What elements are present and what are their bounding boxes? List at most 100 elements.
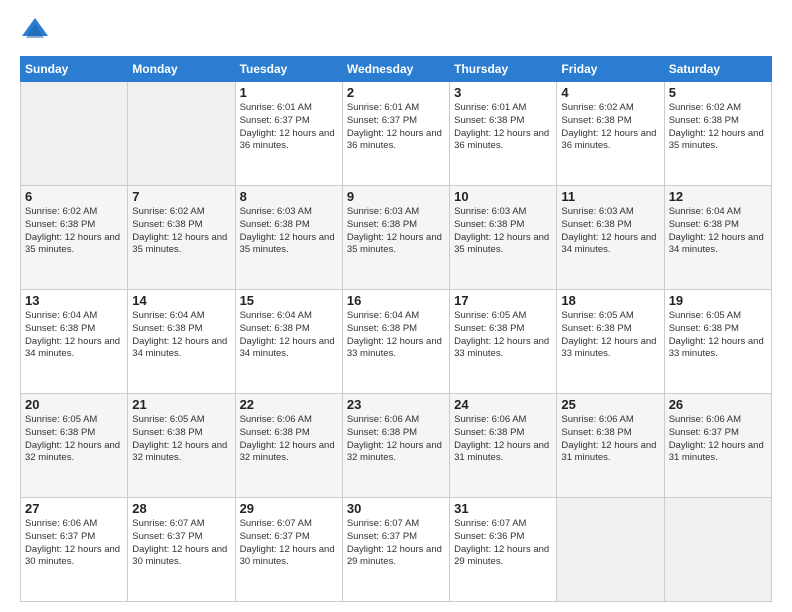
weekday-row: SundayMondayTuesdayWednesdayThursdayFrid…: [21, 57, 772, 82]
calendar-cell: 30 Sunrise: 6:07 AM Sunset: 6:37 PM Dayli…: [342, 498, 449, 602]
calendar-cell: 22 Sunrise: 6:06 AM Sunset: 6:38 PM Dayli…: [235, 394, 342, 498]
day-info: Sunrise: 6:06 AM Sunset: 6:38 PM Dayligh…: [347, 414, 445, 465]
day-info: Sunrise: 6:02 AM Sunset: 6:38 PM Dayligh…: [132, 206, 230, 257]
day-number: 24: [454, 397, 552, 412]
weekday-header-monday: Monday: [128, 57, 235, 82]
day-info: Sunrise: 6:04 AM Sunset: 6:38 PM Dayligh…: [132, 310, 230, 361]
calendar-cell: 6 Sunrise: 6:02 AM Sunset: 6:38 PM Daylig…: [21, 186, 128, 290]
day-info: Sunrise: 6:04 AM Sunset: 6:38 PM Dayligh…: [669, 206, 767, 257]
weekday-header-wednesday: Wednesday: [342, 57, 449, 82]
logo: [20, 16, 54, 46]
calendar-week-1: 1 Sunrise: 6:01 AM Sunset: 6:37 PM Daylig…: [21, 82, 772, 186]
calendar-week-2: 6 Sunrise: 6:02 AM Sunset: 6:38 PM Daylig…: [21, 186, 772, 290]
day-number: 2: [347, 85, 445, 100]
logo-icon: [20, 16, 50, 46]
day-number: 1: [240, 85, 338, 100]
calendar-cell: 20 Sunrise: 6:05 AM Sunset: 6:38 PM Dayli…: [21, 394, 128, 498]
day-info: Sunrise: 6:03 AM Sunset: 6:38 PM Dayligh…: [561, 206, 659, 257]
weekday-header-saturday: Saturday: [664, 57, 771, 82]
calendar-cell: 24 Sunrise: 6:06 AM Sunset: 6:38 PM Dayli…: [450, 394, 557, 498]
day-info: Sunrise: 6:06 AM Sunset: 6:38 PM Dayligh…: [240, 414, 338, 465]
calendar-cell: 3 Sunrise: 6:01 AM Sunset: 6:38 PM Daylig…: [450, 82, 557, 186]
calendar-cell: 27 Sunrise: 6:06 AM Sunset: 6:37 PM Dayli…: [21, 498, 128, 602]
calendar-week-3: 13 Sunrise: 6:04 AM Sunset: 6:38 PM Dayli…: [21, 290, 772, 394]
day-info: Sunrise: 6:02 AM Sunset: 6:38 PM Dayligh…: [25, 206, 123, 257]
day-info: Sunrise: 6:06 AM Sunset: 6:37 PM Dayligh…: [25, 518, 123, 569]
day-info: Sunrise: 6:06 AM Sunset: 6:38 PM Dayligh…: [454, 414, 552, 465]
calendar-cell: 26Sunrise: 6:06 AM Sunset: 6:37 PM Dayli…: [664, 394, 771, 498]
calendar-week-4: 20 Sunrise: 6:05 AM Sunset: 6:38 PM Dayli…: [21, 394, 772, 498]
day-number: 22: [240, 397, 338, 412]
calendar-cell: 23 Sunrise: 6:06 AM Sunset: 6:38 PM Dayli…: [342, 394, 449, 498]
day-info: Sunrise: 6:01 AM Sunset: 6:37 PM Dayligh…: [347, 102, 445, 153]
day-number: 6: [25, 189, 123, 204]
day-info: Sunrise: 6:03 AM Sunset: 6:38 PM Dayligh…: [454, 206, 552, 257]
calendar-cell: 4 Sunrise: 6:02 AM Sunset: 6:38 PM Daylig…: [557, 82, 664, 186]
day-info: Sunrise: 6:06 AM Sunset: 6:38 PM Dayligh…: [561, 414, 659, 465]
day-info: Sunrise: 6:05 AM Sunset: 6:38 PM Dayligh…: [132, 414, 230, 465]
calendar-cell: 10 Sunrise: 6:03 AM Sunset: 6:38 PM Dayli…: [450, 186, 557, 290]
day-number: 14: [132, 293, 230, 308]
calendar-week-5: 27 Sunrise: 6:06 AM Sunset: 6:37 PM Dayli…: [21, 498, 772, 602]
day-number: 30: [347, 501, 445, 516]
day-number: 20: [25, 397, 123, 412]
calendar-cell: 16 Sunrise: 6:04 AM Sunset: 6:38 PM Dayli…: [342, 290, 449, 394]
day-number: 7: [132, 189, 230, 204]
calendar-cell: 2 Sunrise: 6:01 AM Sunset: 6:37 PM Daylig…: [342, 82, 449, 186]
calendar-cell: 25Sunrise: 6:06 AM Sunset: 6:38 PM Dayli…: [557, 394, 664, 498]
calendar-cell: 15 Sunrise: 6:04 AM Sunset: 6:38 PM Dayli…: [235, 290, 342, 394]
day-number: 15: [240, 293, 338, 308]
day-number: 9: [347, 189, 445, 204]
calendar-cell: 18Sunrise: 6:05 AM Sunset: 6:38 PM Dayli…: [557, 290, 664, 394]
day-info: Sunrise: 6:05 AM Sunset: 6:38 PM Dayligh…: [454, 310, 552, 361]
calendar-cell: 13 Sunrise: 6:04 AM Sunset: 6:38 PM Dayli…: [21, 290, 128, 394]
day-number: 18: [561, 293, 659, 308]
calendar-cell: 19 Sunrise: 6:05 AM Sunset: 6:38 PM Dayli…: [664, 290, 771, 394]
calendar-cell: 11Sunrise: 6:03 AM Sunset: 6:38 PM Dayli…: [557, 186, 664, 290]
calendar-cell: 9 Sunrise: 6:03 AM Sunset: 6:38 PM Daylig…: [342, 186, 449, 290]
header: [20, 16, 772, 46]
calendar-cell: 14 Sunrise: 6:04 AM Sunset: 6:38 PM Dayli…: [128, 290, 235, 394]
calendar-cell: [128, 82, 235, 186]
calendar-body: 1 Sunrise: 6:01 AM Sunset: 6:37 PM Daylig…: [21, 82, 772, 602]
calendar-header: SundayMondayTuesdayWednesdayThursdayFrid…: [21, 57, 772, 82]
day-number: 31: [454, 501, 552, 516]
day-number: 29: [240, 501, 338, 516]
day-number: 3: [454, 85, 552, 100]
day-number: 12: [669, 189, 767, 204]
day-number: 19: [669, 293, 767, 308]
day-info: Sunrise: 6:01 AM Sunset: 6:38 PM Dayligh…: [454, 102, 552, 153]
day-info: Sunrise: 6:05 AM Sunset: 6:38 PM Dayligh…: [669, 310, 767, 361]
day-info: Sunrise: 6:03 AM Sunset: 6:38 PM Dayligh…: [347, 206, 445, 257]
day-info: Sunrise: 6:07 AM Sunset: 6:37 PM Dayligh…: [347, 518, 445, 569]
calendar-cell: 17 Sunrise: 6:05 AM Sunset: 6:38 PM Dayli…: [450, 290, 557, 394]
calendar-cell: 7 Sunrise: 6:02 AM Sunset: 6:38 PM Daylig…: [128, 186, 235, 290]
day-info: Sunrise: 6:04 AM Sunset: 6:38 PM Dayligh…: [25, 310, 123, 361]
day-info: Sunrise: 6:02 AM Sunset: 6:38 PM Dayligh…: [561, 102, 659, 153]
day-number: 16: [347, 293, 445, 308]
calendar-cell: [21, 82, 128, 186]
weekday-header-sunday: Sunday: [21, 57, 128, 82]
day-number: 17: [454, 293, 552, 308]
day-number: 10: [454, 189, 552, 204]
day-number: 13: [25, 293, 123, 308]
day-info: Sunrise: 6:04 AM Sunset: 6:38 PM Dayligh…: [240, 310, 338, 361]
day-number: 4: [561, 85, 659, 100]
day-info: Sunrise: 6:04 AM Sunset: 6:38 PM Dayligh…: [347, 310, 445, 361]
day-number: 28: [132, 501, 230, 516]
calendar-cell: 8Sunrise: 6:03 AM Sunset: 6:38 PM Daylig…: [235, 186, 342, 290]
day-number: 8: [240, 189, 338, 204]
day-info: Sunrise: 6:02 AM Sunset: 6:38 PM Dayligh…: [669, 102, 767, 153]
calendar-cell: 28Sunrise: 6:07 AM Sunset: 6:37 PM Dayli…: [128, 498, 235, 602]
day-number: 23: [347, 397, 445, 412]
weekday-header-thursday: Thursday: [450, 57, 557, 82]
calendar-cell: 5Sunrise: 6:02 AM Sunset: 6:38 PM Daylig…: [664, 82, 771, 186]
calendar-cell: 1Sunrise: 6:01 AM Sunset: 6:37 PM Daylig…: [235, 82, 342, 186]
calendar-cell: [557, 498, 664, 602]
day-info: Sunrise: 6:05 AM Sunset: 6:38 PM Dayligh…: [25, 414, 123, 465]
calendar-cell: 31Sunrise: 6:07 AM Sunset: 6:36 PM Dayli…: [450, 498, 557, 602]
day-number: 27: [25, 501, 123, 516]
calendar-cell: [664, 498, 771, 602]
calendar-cell: 21Sunrise: 6:05 AM Sunset: 6:38 PM Dayli…: [128, 394, 235, 498]
day-info: Sunrise: 6:07 AM Sunset: 6:37 PM Dayligh…: [240, 518, 338, 569]
